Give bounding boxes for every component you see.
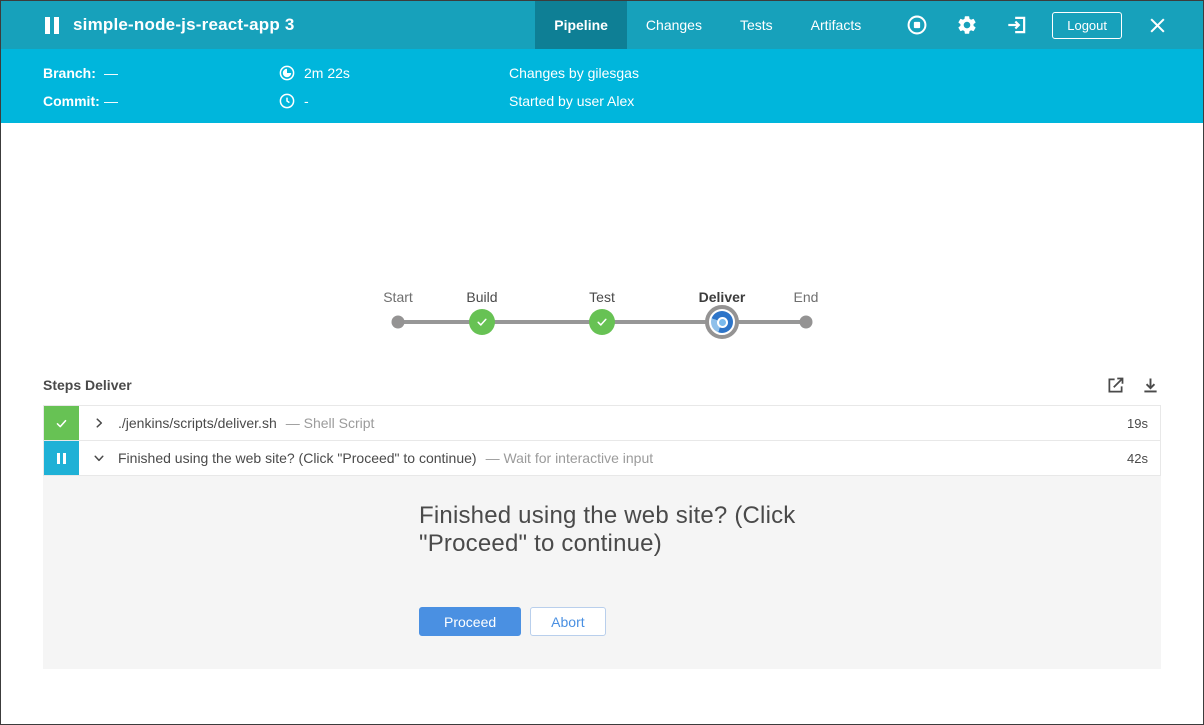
page-title: simple-node-js-react-app 3 [73,15,295,35]
check-icon [595,315,609,329]
top-header-bar: simple-node-js-react-app 3 Pipeline Chan… [1,1,1203,49]
stage-label-test: Test [589,289,615,305]
run-brand: simple-node-js-react-app 3 [1,1,295,49]
step-label: ./jenkins/scripts/deliver.sh [118,415,277,431]
input-step-panel: Finished using the web site? (Click "Pro… [43,476,1161,669]
stop-icon[interactable] [906,14,928,36]
steps-section: Steps Deliver [43,370,1161,669]
branch-label: Branch: [43,65,104,81]
step-label: Finished using the web site? (Click "Pro… [118,450,477,466]
tab-pipeline[interactable]: Pipeline [535,1,627,49]
header-action-icons [906,1,1028,49]
proceed-button[interactable]: Proceed [419,607,521,636]
changes-by-text: Changes by gilesgas [509,65,639,81]
started-by-text: Started by user Alex [509,93,634,109]
stage-label-start: Start [383,289,413,305]
branch-value: — [104,65,118,81]
clock-icon [279,93,295,109]
pipeline-graph: Start Build Test Deliver [1,123,1203,370]
step-paused-badge [44,441,79,475]
run-info-times: 2m 22s - [279,63,509,123]
stage-node-deliver[interactable] [705,305,739,339]
stage-label-deliver: Deliver [699,289,746,305]
external-link-icon[interactable] [1105,375,1126,396]
stage-node-start[interactable] [392,316,405,329]
stage-label-end: End [794,289,819,305]
check-icon [475,315,489,329]
commit-value: — [104,93,118,109]
step-type: — Shell Script [286,415,375,431]
abort-button[interactable]: Abort [530,607,605,636]
gear-icon[interactable] [956,14,978,36]
run-info-causes: Changes by gilesgas Started by user Alex [509,63,639,123]
stage-node-build[interactable] [469,309,495,335]
input-prompt-message: Finished using the web site? (Click "Pro… [419,502,804,558]
steps-table: ./jenkins/scripts/deliver.sh — Shell Scr… [43,405,1161,669]
exit-icon[interactable] [1006,14,1028,36]
download-icon[interactable] [1140,375,1161,396]
steps-title: Steps Deliver [43,377,132,393]
step-type: — Wait for interactive input [486,450,654,466]
blue-ocean-window: simple-node-js-react-app 3 Pipeline Chan… [0,0,1204,725]
logout-button[interactable]: Logout [1052,12,1122,39]
tab-changes[interactable]: Changes [627,1,721,49]
stage-node-test[interactable] [589,309,615,335]
commit-label: Commit: [43,93,104,109]
step-success-badge [44,406,79,440]
step-row-deliver-sh[interactable]: ./jenkins/scripts/deliver.sh — Shell Scr… [43,405,1161,441]
chevron-down-icon[interactable] [92,451,106,465]
stage-node-end[interactable] [800,316,813,329]
run-info-scm: Branch: — Commit: — [43,63,279,123]
tab-tests[interactable]: Tests [721,1,792,49]
stage-label-build: Build [466,289,497,305]
tab-artifacts[interactable]: Artifacts [792,1,881,49]
run-end-time: - [304,93,309,109]
duration-timer-icon [279,65,295,81]
run-duration: 2m 22s [304,65,350,81]
step-duration: 19s [1127,416,1160,431]
step-duration: 42s [1127,451,1160,466]
pause-icon [45,17,59,34]
step-row-input-wait[interactable]: Finished using the web site? (Click "Pro… [43,440,1161,476]
running-spinner-icon [711,311,733,333]
pause-icon [57,453,66,464]
chevron-right-icon[interactable] [92,416,106,430]
close-icon[interactable] [1122,1,1203,49]
header-tabs: Pipeline Changes Tests Artifacts [535,1,880,49]
run-info-bar: Branch: — Commit: — 2m 22s [1,49,1203,123]
check-icon [54,416,69,431]
